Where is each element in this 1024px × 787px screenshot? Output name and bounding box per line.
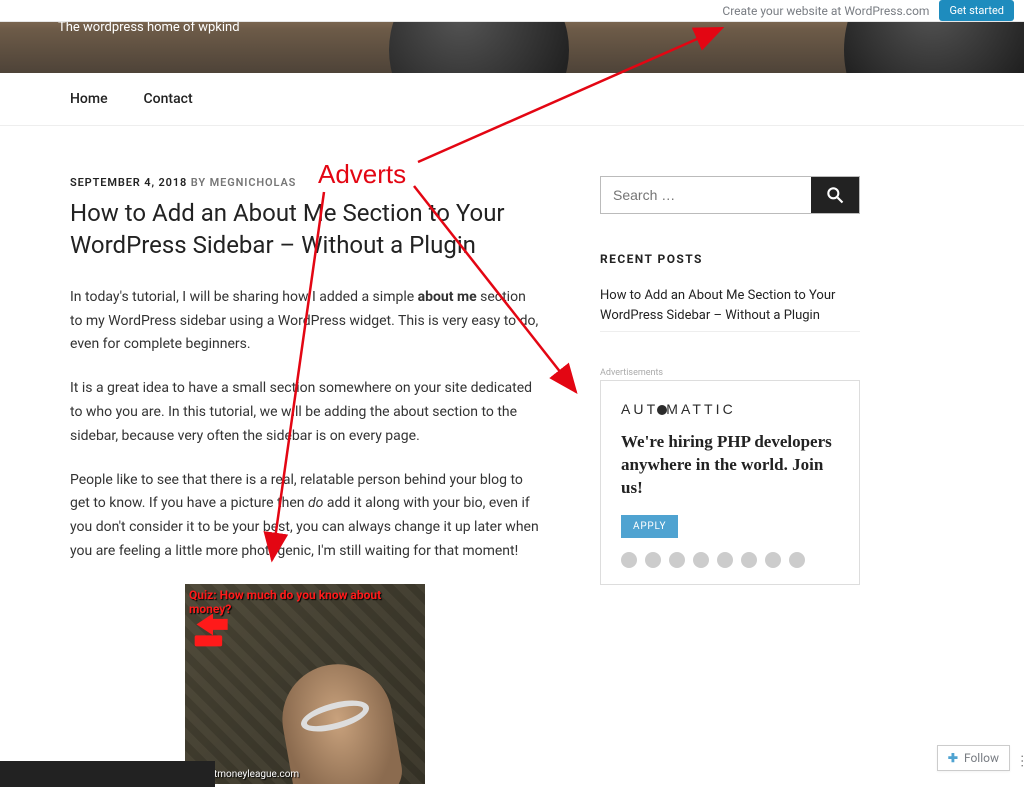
post-title[interactable]: How to Add an About Me Section to Your W… <box>70 197 540 262</box>
inline-ad-image[interactable]: Quiz: How much do you know about money? … <box>185 584 425 784</box>
search-icon <box>825 185 845 205</box>
search-input[interactable] <box>601 177 811 213</box>
wp-promo-text: Create your website at WordPress.com <box>722 4 929 18</box>
apply-button[interactable]: APPLY <box>621 515 678 538</box>
post-date[interactable]: SEPTEMBER 4, 2018 <box>70 176 187 189</box>
post-paragraph-1: In today's tutorial, I will be sharing h… <box>70 286 540 357</box>
post-paragraph-3: People like to see that there is a real,… <box>70 469 540 564</box>
automattic-logo: AUTMATTIC <box>621 401 839 417</box>
post-meta: SEPTEMBER 4, 2018 BY MEGNICHOLAS <box>70 176 540 189</box>
primary-nav: Home Contact <box>0 73 1024 126</box>
sidebar: RECENT POSTS How to Add an About Me Sect… <box>600 176 860 784</box>
get-started-button[interactable]: Get started <box>939 0 1014 21</box>
follow-label: Follow <box>964 751 999 765</box>
recent-posts-heading: RECENT POSTS <box>600 252 860 266</box>
by-label: BY <box>191 176 206 189</box>
nav-home[interactable]: Home <box>70 73 108 125</box>
wp-top-banner: Create your website at WordPress.com Get… <box>0 0 1024 22</box>
search-form <box>600 176 860 214</box>
post-article: SEPTEMBER 4, 2018 BY MEGNICHOLAS How to … <box>70 176 540 784</box>
post-paragraph-2: It is a great idea to have a small secti… <box>70 377 540 448</box>
automattic-product-icons <box>621 552 839 568</box>
ad-label: Advertisements <box>600 368 860 378</box>
sidebar-ad[interactable]: AUTMATTIC We're hiring PHP developers an… <box>600 380 860 585</box>
bottom-bar <box>0 761 215 787</box>
follow-button[interactable]: ✚ Follow <box>937 745 1010 771</box>
search-button[interactable] <box>811 177 859 213</box>
pointer-hand-icon <box>191 606 235 650</box>
post-author[interactable]: MEGNICHOLAS <box>210 176 297 189</box>
nav-contact[interactable]: Contact <box>144 73 193 125</box>
actions-menu-icon[interactable]: ⋯ <box>1012 754 1024 767</box>
plus-icon: ✚ <box>948 751 958 765</box>
site-tagline: The wordpress home of wpkind <box>58 20 240 35</box>
ad-heading: We're hiring PHP developers anywhere in … <box>621 431 839 500</box>
recent-post-link[interactable]: How to Add an About Me Section to Your W… <box>600 280 860 332</box>
